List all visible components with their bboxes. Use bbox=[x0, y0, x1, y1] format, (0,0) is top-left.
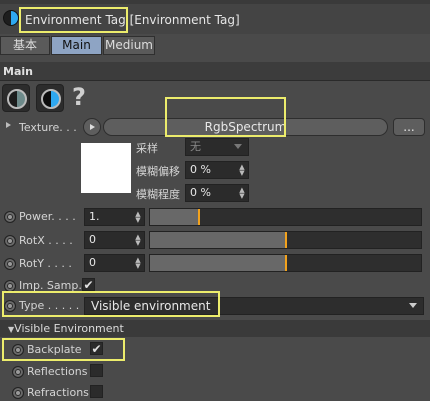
blur-offset-label: 模糊偏移 bbox=[136, 165, 180, 178]
tab-main[interactable]: Main bbox=[51, 36, 102, 55]
reflections-label: Reflections bbox=[27, 365, 88, 378]
power-label: Power. . . . bbox=[19, 210, 76, 223]
tab-medium[interactable]: Medium bbox=[103, 36, 155, 55]
power-slider[interactable] bbox=[149, 208, 422, 226]
sampling-select[interactable]: 无 bbox=[185, 138, 249, 156]
type-label: Type . . . . . bbox=[19, 299, 80, 312]
backplate-checkbox[interactable]: ✔ bbox=[90, 342, 103, 355]
window-title: Environment Tag [Environment Tag] bbox=[25, 13, 240, 27]
texture-expand-arrow-icon[interactable] bbox=[6, 122, 11, 128]
roty-slider-handle[interactable] bbox=[285, 255, 287, 271]
rotx-animate-radio[interactable] bbox=[4, 235, 16, 247]
rotx-input[interactable]: 0 ▲ ▼ bbox=[84, 231, 145, 249]
chevron-down-icon bbox=[409, 303, 417, 308]
type-dropdown[interactable]: Visible environment bbox=[84, 297, 424, 315]
texture-preview-swatch bbox=[81, 143, 131, 193]
imp-samp-checkbox[interactable]: ✔ bbox=[82, 278, 95, 291]
imp-samp-animate-radio[interactable] bbox=[4, 280, 16, 292]
power-slider-fill bbox=[150, 209, 199, 225]
roty-animate-radio[interactable] bbox=[4, 258, 16, 270]
roty-slider-fill bbox=[150, 255, 286, 271]
power-slider-handle[interactable] bbox=[198, 209, 200, 225]
blur-offset-input[interactable]: 0 % ▲ ▼ bbox=[185, 161, 249, 179]
roty-input[interactable]: 0 ▲ ▼ bbox=[84, 254, 145, 272]
section-main-header: Main bbox=[0, 62, 430, 80]
reflections-checkbox[interactable] bbox=[90, 364, 103, 377]
reflections-animate-radio[interactable] bbox=[12, 366, 24, 378]
visible-environment-header[interactable]: ▼Visible Environment bbox=[0, 320, 430, 337]
preset-dark-icon[interactable] bbox=[2, 84, 30, 112]
rotx-slider[interactable] bbox=[149, 231, 422, 249]
backplate-label: Backplate bbox=[27, 343, 82, 356]
help-icon[interactable]: ? bbox=[72, 83, 86, 111]
power-input[interactable]: 1. ▲ ▼ bbox=[84, 208, 145, 226]
sampling-label: 采样 bbox=[136, 142, 158, 155]
divider bbox=[0, 80, 430, 81]
texture-field-button[interactable]: RgbSpectrum bbox=[103, 118, 388, 136]
backplate-animate-radio[interactable] bbox=[12, 344, 24, 356]
refractions-label: Refractions bbox=[27, 386, 89, 399]
power-animate-radio[interactable] bbox=[4, 211, 16, 223]
rotx-label: RotX . . . . bbox=[19, 234, 73, 247]
type-animate-radio[interactable] bbox=[4, 300, 16, 312]
roty-label: RotY . . . . bbox=[19, 257, 72, 270]
preset-light-icon[interactable] bbox=[36, 84, 64, 112]
refractions-checkbox[interactable] bbox=[90, 385, 103, 398]
texture-browse-button[interactable]: ... bbox=[393, 118, 425, 136]
rotx-slider-handle[interactable] bbox=[285, 232, 287, 248]
refractions-animate-radio[interactable] bbox=[12, 387, 24, 399]
texture-menu-button[interactable] bbox=[83, 118, 101, 136]
blur-degree-input[interactable]: 0 % ▲ ▼ bbox=[185, 184, 249, 202]
roty-slider[interactable] bbox=[149, 254, 422, 272]
environment-tag-icon bbox=[3, 10, 19, 26]
texture-label: Texture. . . bbox=[19, 121, 77, 134]
tab-basic[interactable]: 基本 bbox=[0, 36, 50, 55]
imp-samp-label: Imp. Samp. bbox=[19, 279, 82, 292]
rotx-slider-fill bbox=[150, 232, 286, 248]
blur-degree-label: 模糊程度 bbox=[136, 188, 180, 201]
